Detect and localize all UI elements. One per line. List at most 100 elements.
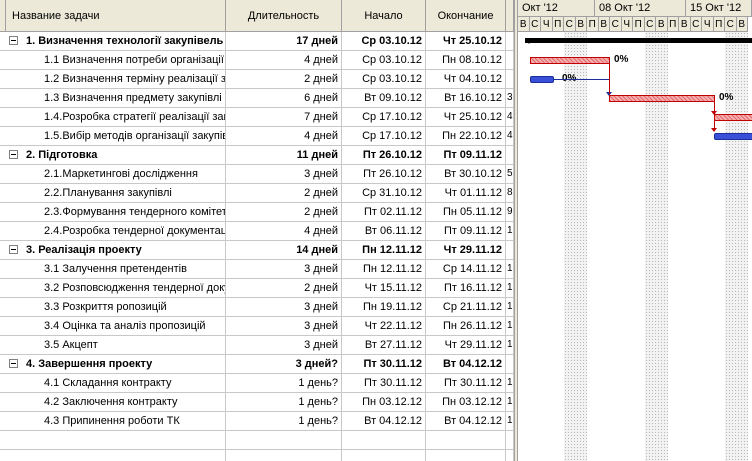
- task-duration[interactable]: 6 дней: [226, 89, 342, 107]
- task-duration[interactable]: 14 дней: [226, 241, 342, 259]
- task-predecessors[interactable]: 1: [506, 298, 514, 316]
- task-name[interactable]: 3.2 Розповсюдження тендерної документаці…: [6, 279, 226, 297]
- task-row[interactable]: 1.2 Визначення терміну реалізації закупі…: [0, 70, 514, 89]
- task-name[interactable]: 2.1.Маркетингові дослідження: [6, 165, 226, 183]
- task-end[interactable]: Пт 30.11.12: [426, 374, 506, 392]
- task-start[interactable]: Вт 09.10.12: [342, 89, 426, 107]
- task-predecessors[interactable]: [506, 51, 514, 69]
- task-duration[interactable]: 2 дней: [226, 184, 342, 202]
- task-start[interactable]: Ср 31.10.12: [342, 184, 426, 202]
- task-duration[interactable]: 3 дней: [226, 165, 342, 183]
- task-name[interactable]: 1. Визначення технології закупівель: [6, 32, 226, 50]
- summary-task-row[interactable]: 4. Завершення проекту 3 дней? Пт 30.11.12 В…: [0, 355, 514, 374]
- task-name[interactable]: 1.1 Визначення потреби організації: [6, 51, 226, 69]
- header-duration[interactable]: Длительность: [226, 0, 342, 32]
- task-predecessors[interactable]: 1: [506, 393, 514, 411]
- task-duration[interactable]: 1 день?: [226, 393, 342, 411]
- task-predecessors[interactable]: 1: [506, 260, 514, 278]
- collapse-toggle-icon[interactable]: [9, 245, 18, 254]
- task-start[interactable]: Ср 03.10.12: [342, 70, 426, 88]
- task-start[interactable]: Чт 22.11.12: [342, 317, 426, 335]
- task-start[interactable]: Пт 02.11.12: [342, 203, 426, 221]
- task-name[interactable]: 2.2.Планування закупівлі: [6, 184, 226, 202]
- task-duration[interactable]: 3 дней: [226, 336, 342, 354]
- task-name[interactable]: 4.1 Складання контракту: [6, 374, 226, 392]
- task-predecessors[interactable]: [506, 241, 514, 259]
- task-name[interactable]: 3.1 Залучення претендентів: [6, 260, 226, 278]
- task-end[interactable]: Чт 04.10.12: [426, 70, 506, 88]
- task-predecessors[interactable]: 1: [506, 317, 514, 335]
- task-duration[interactable]: 2 дней: [226, 70, 342, 88]
- task-predecessors[interactable]: [506, 70, 514, 88]
- task-name[interactable]: 3.3 Розкриття ропозицій: [6, 298, 226, 316]
- task-start[interactable]: Пт 26.10.12: [342, 146, 426, 164]
- task-row[interactable]: 3.4 Оцінка та аналіз пропозицій 3 дней Чт …: [0, 317, 514, 336]
- task-bar[interactable]: [530, 57, 610, 64]
- task-name[interactable]: 4.2 Заключення контракту: [6, 393, 226, 411]
- task-end[interactable]: Пн 26.11.12: [426, 317, 506, 335]
- task-row[interactable]: 1.3 Визначення предмету закупівлі 6 дней В…: [0, 89, 514, 108]
- task-predecessors[interactable]: 4: [506, 127, 514, 145]
- task-start[interactable]: Пт 26.10.12: [342, 165, 426, 183]
- task-predecessors[interactable]: 8: [506, 184, 514, 202]
- task-row[interactable]: 2.3.Формування тендерного комітету 2 дней…: [0, 203, 514, 222]
- task-end[interactable]: Пн 05.11.12: [426, 203, 506, 221]
- task-duration[interactable]: 4 дней: [226, 222, 342, 240]
- task-predecessors[interactable]: 1: [506, 279, 514, 297]
- task-start[interactable]: Пт 30.11.12: [342, 374, 426, 392]
- task-bar[interactable]: [609, 95, 715, 102]
- empty-row[interactable]: [0, 431, 514, 450]
- task-predecessors[interactable]: 5: [506, 165, 514, 183]
- task-name[interactable]: 3. Реалізація проекту: [6, 241, 226, 259]
- task-end[interactable]: Пн 22.10.12: [426, 127, 506, 145]
- task-name[interactable]: 1.3 Визначення предмету закупівлі: [6, 89, 226, 107]
- task-predecessors[interactable]: 1: [506, 412, 514, 430]
- task-start[interactable]: Пн 12.11.12: [342, 260, 426, 278]
- task-start[interactable]: Пн 19.11.12: [342, 298, 426, 316]
- task-name[interactable]: 4.3 Припинення роботи ТК: [6, 412, 226, 430]
- task-start[interactable]: Пн 12.11.12: [342, 241, 426, 259]
- task-name[interactable]: 2. Підготовка: [6, 146, 226, 164]
- task-duration[interactable]: 3 дней: [226, 298, 342, 316]
- task-row[interactable]: 3.1 Залучення претендентів 3 дней Пн 12.11…: [0, 260, 514, 279]
- task-row[interactable]: 2.4.Розробка тендерної документації 4 дне…: [0, 222, 514, 241]
- task-duration[interactable]: 3 дней?: [226, 355, 342, 373]
- task-row[interactable]: 4.3 Припинення роботи ТК 1 день? Вт 04.12.…: [0, 412, 514, 431]
- task-row[interactable]: 3.5 Акцепт 3 дней Вт 27.11.12 Чт 29.11.12 1: [0, 336, 514, 355]
- task-name[interactable]: 2.4.Розробка тендерної документації: [6, 222, 226, 240]
- task-predecessors[interactable]: 1: [506, 374, 514, 392]
- summary-bar[interactable]: [525, 38, 752, 43]
- task-end[interactable]: Пт 09.11.12: [426, 146, 506, 164]
- task-end[interactable]: Вт 04.12.12: [426, 412, 506, 430]
- task-duration[interactable]: 7 дней: [226, 108, 342, 126]
- task-name[interactable]: 4. Завершення проекту: [6, 355, 226, 373]
- task-duration[interactable]: 4 дней: [226, 51, 342, 69]
- task-predecessors[interactable]: 1: [506, 336, 514, 354]
- header-start[interactable]: Начало: [342, 0, 426, 32]
- task-row[interactable]: 3.2 Розповсюдження тендерної документаці…: [0, 279, 514, 298]
- task-start[interactable]: Вт 27.11.12: [342, 336, 426, 354]
- task-row[interactable]: 2.1.Маркетингові дослідження 3 дней Пт 26.…: [0, 165, 514, 184]
- task-duration[interactable]: 2 дней: [226, 203, 342, 221]
- task-name[interactable]: 1.2 Визначення терміну реалізації закупі…: [6, 70, 226, 88]
- task-name[interactable]: 1.5.Вибір методів організації закупівлі: [6, 127, 226, 145]
- task-end[interactable]: Чт 29.11.12: [426, 336, 506, 354]
- task-start[interactable]: Ср 17.10.12: [342, 108, 426, 126]
- task-start[interactable]: Пт 30.11.12: [342, 355, 426, 373]
- task-row[interactable]: 4.2 Заключення контракту 1 день? Пн 03.12.…: [0, 393, 514, 412]
- task-end[interactable]: Вт 04.12.12: [426, 355, 506, 373]
- task-end[interactable]: Пн 03.12.12: [426, 393, 506, 411]
- task-duration[interactable]: 1 день?: [226, 412, 342, 430]
- task-duration[interactable]: 3 дней: [226, 317, 342, 335]
- task-predecessors[interactable]: 4: [506, 108, 514, 126]
- task-row[interactable]: 1.4.Розробка стратегії реалізації закупі…: [0, 108, 514, 127]
- collapse-toggle-icon[interactable]: [9, 36, 18, 45]
- task-predecessors[interactable]: 1: [506, 222, 514, 240]
- task-name[interactable]: 2.3.Формування тендерного комітету: [6, 203, 226, 221]
- collapse-toggle-icon[interactable]: [9, 359, 18, 368]
- task-start[interactable]: Ср 03.10.12: [342, 51, 426, 69]
- task-bar[interactable]: [714, 114, 752, 121]
- task-end[interactable]: Пн 08.10.12: [426, 51, 506, 69]
- task-end[interactable]: Вт 30.10.12: [426, 165, 506, 183]
- task-end[interactable]: Чт 01.11.12: [426, 184, 506, 202]
